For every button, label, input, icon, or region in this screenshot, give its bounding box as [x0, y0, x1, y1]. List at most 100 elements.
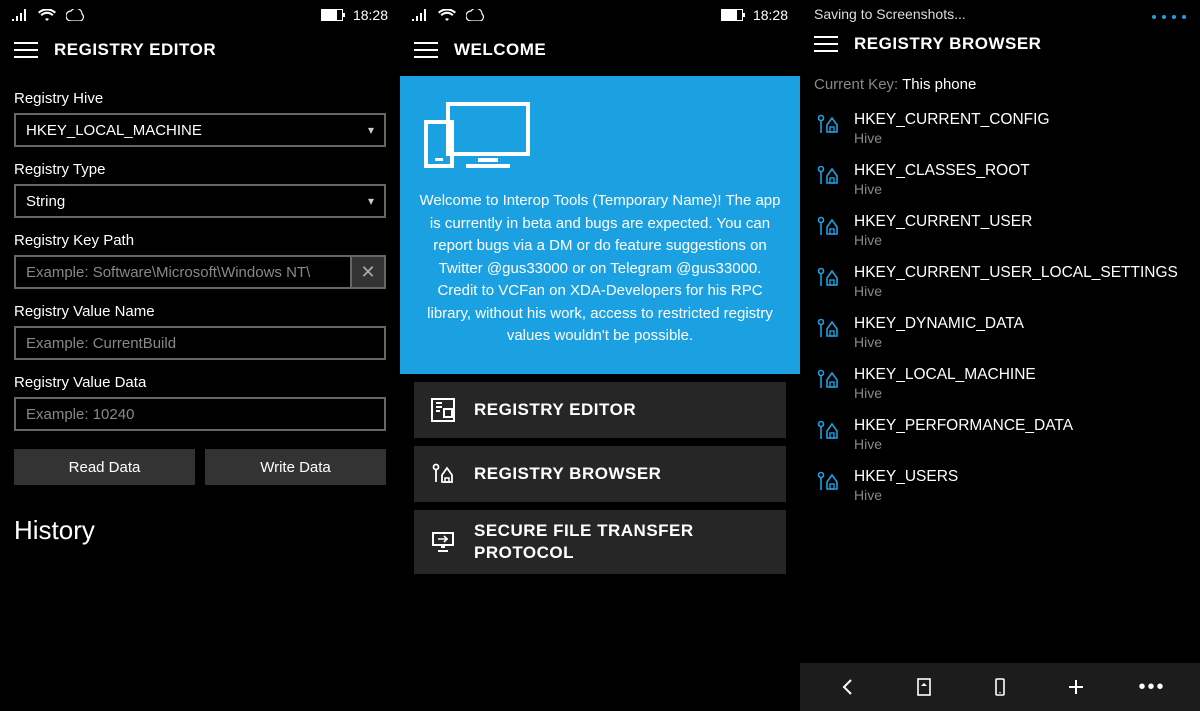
- hive-name: HKEY_PERFORMANCE_DATA: [854, 417, 1073, 435]
- select-type[interactable]: String ▾: [14, 184, 386, 218]
- chevron-down-icon: ▾: [368, 194, 374, 208]
- label-type: Registry Type: [14, 161, 386, 178]
- loading-dots-icon: [1146, 6, 1186, 22]
- more-icon: •••: [1138, 676, 1165, 699]
- registry-browser-icon: [430, 461, 456, 487]
- hive-icon: [816, 368, 842, 390]
- hive-item[interactable]: HKEY_CURRENT_CONFIGHive: [806, 103, 1194, 154]
- label-hive: Registry Hive: [14, 90, 386, 107]
- select-hive-value: HKEY_LOCAL_MACHINE: [26, 122, 202, 139]
- hive-item[interactable]: HKEY_USERSHive: [806, 460, 1194, 511]
- hive-type: Hive: [854, 232, 1032, 248]
- status-time: 18:28: [753, 7, 788, 23]
- registry-editor-icon: [430, 397, 456, 423]
- input-valuename[interactable]: Example: CurrentBuild: [14, 326, 386, 360]
- nav-label: SECURE FILE TRANSFER PROTOCOL: [474, 520, 770, 563]
- hive-name: HKEY_CLASSES_ROOT: [854, 162, 1030, 180]
- hive-icon: [816, 215, 842, 237]
- input-keypath[interactable]: Example: Software\Microsoft\Windows NT\: [14, 255, 352, 289]
- read-data-button[interactable]: Read Data: [14, 449, 195, 485]
- hive-icon: [816, 164, 842, 186]
- phone-button[interactable]: [978, 665, 1022, 709]
- hive-name: HKEY_USERS: [854, 468, 958, 486]
- bottom-app-bar: •••: [800, 663, 1200, 711]
- hive-name: HKEY_CURRENT_USER: [854, 213, 1032, 231]
- hive-type: Hive: [854, 487, 958, 503]
- input-valuedata[interactable]: Example: 10240: [14, 397, 386, 431]
- hive-type: Hive: [854, 130, 1050, 146]
- hive-item[interactable]: HKEY_PERFORMANCE_DATAHive: [806, 409, 1194, 460]
- status-time: 18:28: [353, 7, 388, 23]
- page-title: REGISTRY EDITOR: [54, 40, 216, 60]
- nav-registry-browser[interactable]: REGISTRY BROWSER: [414, 446, 786, 502]
- more-button[interactable]: •••: [1130, 665, 1174, 709]
- hamburger-icon[interactable]: [414, 42, 438, 58]
- cloud-icon: [466, 9, 484, 21]
- nav-registry-editor[interactable]: REGISTRY EDITOR: [414, 382, 786, 438]
- wifi-icon: [438, 9, 456, 21]
- saving-text: Saving to Screenshots...: [814, 6, 966, 22]
- hive-name: HKEY_CURRENT_CONFIG: [854, 111, 1050, 129]
- status-bar: 18:28: [400, 0, 800, 30]
- hive-item[interactable]: HKEY_LOCAL_MACHINEHive: [806, 358, 1194, 409]
- label-keypath: Registry Key Path: [14, 232, 386, 249]
- cloud-icon: [66, 9, 84, 21]
- hive-name: HKEY_CURRENT_USER_LOCAL_SETTINGS: [854, 264, 1178, 282]
- devices-icon: [418, 96, 782, 176]
- battery-icon: [321, 9, 343, 21]
- signal-icon: [412, 9, 428, 21]
- select-hive[interactable]: HKEY_LOCAL_MACHINE ▾: [14, 113, 386, 147]
- hive-icon: [816, 113, 842, 135]
- page-up-button[interactable]: [902, 665, 946, 709]
- page-title: REGISTRY BROWSER: [854, 34, 1041, 54]
- hive-icon: [816, 317, 842, 339]
- nav-sftp[interactable]: SECURE FILE TRANSFER PROTOCOL: [414, 510, 786, 574]
- hamburger-icon[interactable]: [814, 36, 838, 52]
- clear-button[interactable]: ✕: [352, 255, 386, 289]
- app-bar: WELCOME: [400, 30, 800, 76]
- hive-list: HKEY_CURRENT_CONFIGHiveHKEY_CLASSES_ROOT…: [800, 103, 1200, 511]
- hive-name: HKEY_DYNAMIC_DATA: [854, 315, 1024, 333]
- hive-type: Hive: [854, 283, 1178, 299]
- hive-type: Hive: [854, 181, 1030, 197]
- welcome-text: Welcome to Interop Tools (Temporary Name…: [418, 190, 782, 348]
- nav-label: REGISTRY BROWSER: [474, 464, 661, 484]
- hive-icon: [816, 266, 842, 288]
- wifi-icon: [38, 9, 56, 21]
- saving-toast: Saving to Screenshots...: [800, 0, 1200, 24]
- status-bar: 18:28: [0, 0, 400, 30]
- hive-item[interactable]: HKEY_CURRENT_USER_LOCAL_SETTINGSHive: [806, 256, 1194, 307]
- hamburger-icon[interactable]: [14, 42, 38, 58]
- app-bar: REGISTRY BROWSER: [800, 24, 1200, 70]
- hive-type: Hive: [854, 385, 1036, 401]
- hive-item[interactable]: HKEY_CURRENT_USERHive: [806, 205, 1194, 256]
- pane-registry-editor: 18:28 REGISTRY EDITOR Registry Hive HKEY…: [0, 0, 400, 711]
- battery-icon: [721, 9, 743, 21]
- pane-registry-browser: Saving to Screenshots... REGISTRY BROWSE…: [800, 0, 1200, 711]
- write-data-button[interactable]: Write Data: [205, 449, 386, 485]
- nav-label: REGISTRY EDITOR: [474, 400, 636, 420]
- current-key-value: This phone: [902, 76, 976, 93]
- hive-name: HKEY_LOCAL_MACHINE: [854, 366, 1036, 384]
- sftp-icon: [430, 529, 456, 555]
- hive-icon: [816, 470, 842, 492]
- hive-item[interactable]: HKEY_DYNAMIC_DATAHive: [806, 307, 1194, 358]
- current-key-label: Current Key:: [814, 76, 902, 93]
- add-button[interactable]: [1054, 665, 1098, 709]
- pane-welcome: 18:28 WELCOME Welcome to Interop Tools (…: [400, 0, 800, 711]
- signal-icon: [12, 9, 28, 21]
- history-heading: History: [14, 515, 386, 546]
- app-bar: REGISTRY EDITOR: [0, 30, 400, 76]
- label-valuename: Registry Value Name: [14, 303, 386, 320]
- select-type-value: String: [26, 193, 65, 210]
- current-key: Current Key: This phone: [800, 70, 1200, 103]
- hive-type: Hive: [854, 436, 1073, 452]
- welcome-hero: Welcome to Interop Tools (Temporary Name…: [400, 76, 800, 374]
- hive-icon: [816, 419, 842, 441]
- page-title: WELCOME: [454, 40, 546, 60]
- label-valuedata: Registry Value Data: [14, 374, 386, 391]
- hive-type: Hive: [854, 334, 1024, 350]
- back-button[interactable]: [826, 665, 870, 709]
- chevron-down-icon: ▾: [368, 123, 374, 137]
- hive-item[interactable]: HKEY_CLASSES_ROOTHive: [806, 154, 1194, 205]
